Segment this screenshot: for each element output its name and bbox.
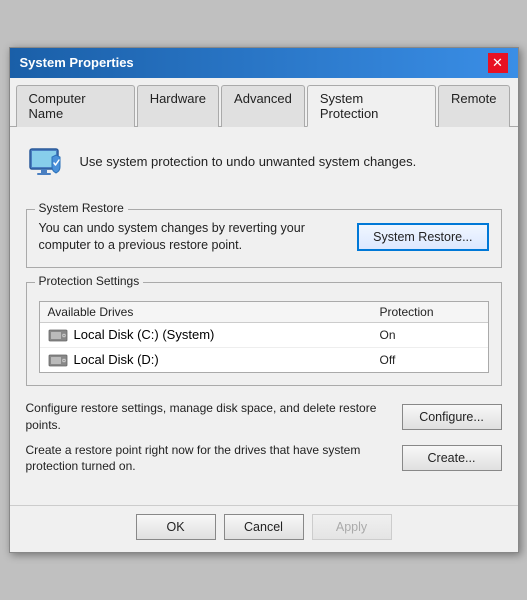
drive-d-icon: [48, 352, 68, 368]
tab-computer-name[interactable]: Computer Name: [16, 85, 135, 127]
bottom-section: Configure restore settings, manage disk …: [26, 400, 502, 475]
configure-description: Configure restore settings, manage disk …: [26, 400, 392, 434]
drives-table: Available Drives Protection Local Disk (…: [39, 301, 489, 373]
tab-system-protection[interactable]: System Protection: [307, 85, 436, 127]
drive-d-cell: Local Disk (D:): [48, 352, 380, 368]
system-restore-button[interactable]: System Restore...: [357, 223, 488, 251]
system-restore-label: System Restore: [35, 201, 128, 215]
shield-icon: [26, 141, 68, 183]
drive-c-icon: [48, 327, 68, 343]
main-content: Use system protection to undo unwanted s…: [10, 127, 518, 505]
ok-button[interactable]: OK: [136, 514, 216, 540]
tabs-container: Computer Name Hardware Advanced System P…: [10, 78, 518, 127]
create-button[interactable]: Create...: [402, 445, 502, 471]
create-description: Create a restore point right now for the…: [26, 442, 392, 476]
create-row: Create a restore point right now for the…: [26, 442, 502, 476]
protection-settings-group: Protection Settings Available Drives Pro…: [26, 282, 502, 386]
drive-c-label: Local Disk (C:) (System): [74, 327, 215, 342]
system-restore-description: You can undo system changes by reverting…: [39, 220, 348, 255]
tab-remote[interactable]: Remote: [438, 85, 510, 127]
dialog-buttons: OK Cancel Apply: [10, 505, 518, 552]
drive-c-cell: Local Disk (C:) (System): [48, 327, 380, 343]
table-row[interactable]: Local Disk (D:) Off: [40, 348, 488, 372]
tab-advanced[interactable]: Advanced: [221, 85, 305, 127]
configure-row: Configure restore settings, manage disk …: [26, 400, 502, 434]
header-description: Use system protection to undo unwanted s…: [80, 154, 417, 169]
drive-d-label: Local Disk (D:): [74, 352, 159, 367]
col-header-protection: Protection: [380, 305, 480, 319]
system-restore-row: You can undo system changes by reverting…: [39, 220, 489, 255]
table-header: Available Drives Protection: [40, 302, 488, 323]
tab-hardware[interactable]: Hardware: [137, 85, 219, 127]
drive-c-protection: On: [380, 328, 480, 342]
title-bar: System Properties ✕: [10, 48, 518, 78]
header-section: Use system protection to undo unwanted s…: [26, 141, 502, 193]
window-title: System Properties: [20, 55, 134, 70]
configure-button[interactable]: Configure...: [402, 404, 502, 430]
table-row[interactable]: Local Disk (C:) (System) On: [40, 323, 488, 348]
protection-settings-label: Protection Settings: [35, 274, 144, 288]
col-header-drives: Available Drives: [48, 305, 380, 319]
apply-button: Apply: [312, 514, 392, 540]
close-button[interactable]: ✕: [488, 53, 508, 73]
system-properties-window: System Properties ✕ Computer Name Hardwa…: [9, 47, 519, 553]
cancel-button[interactable]: Cancel: [224, 514, 304, 540]
drive-d-protection: Off: [380, 353, 480, 367]
system-restore-group: System Restore You can undo system chang…: [26, 209, 502, 268]
